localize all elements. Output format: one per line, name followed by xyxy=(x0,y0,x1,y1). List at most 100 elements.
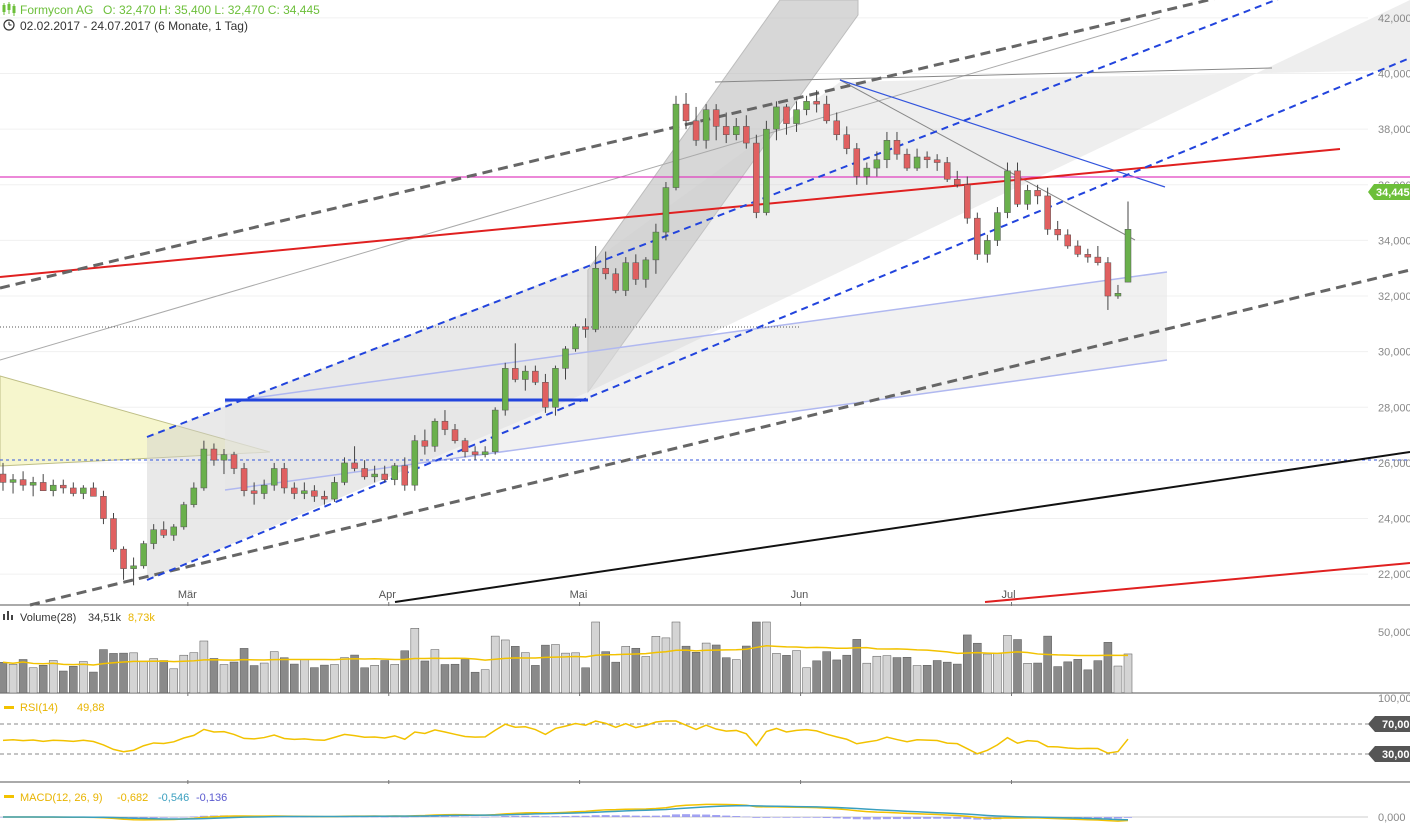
rsi-tick-label: 70,000 xyxy=(1382,719,1410,731)
volume-bar xyxy=(892,657,902,694)
volume-bar xyxy=(239,648,249,694)
volume-bar xyxy=(832,659,841,694)
candle-body xyxy=(311,490,318,497)
macd-histogram-bar xyxy=(661,815,670,817)
volume-bar xyxy=(732,659,741,694)
y-tick-label: 22,000 xyxy=(1378,569,1410,581)
candle-body xyxy=(592,267,599,330)
macd-histogram-bar xyxy=(651,815,660,817)
volume-bar xyxy=(671,621,681,694)
macd-histogram-bar xyxy=(862,817,871,820)
candle-body xyxy=(733,126,740,135)
volume-bar xyxy=(38,665,48,694)
candle-body xyxy=(622,262,630,291)
macd-histogram-bar xyxy=(1103,817,1112,819)
macd-histogram-bar xyxy=(772,817,781,818)
candle-body xyxy=(602,267,609,275)
macd-histogram-bar xyxy=(822,817,831,819)
volume-bar xyxy=(48,660,58,694)
candle-body xyxy=(833,120,840,135)
volume-bar xyxy=(772,653,781,694)
candle-body xyxy=(883,140,891,161)
volume-bar xyxy=(651,636,661,694)
macd-histogram-bar xyxy=(551,816,560,817)
y-tick-label: 38,000 xyxy=(1378,124,1410,136)
candle-body xyxy=(451,429,459,441)
macd-label: MACD(12, 26, 9) xyxy=(20,792,103,804)
volume-bar xyxy=(1123,653,1133,694)
macd-histogram-bar xyxy=(189,816,198,817)
x-tick-label: Mai xyxy=(570,589,588,601)
volume-bar xyxy=(269,651,279,694)
x-tick-label: Apr xyxy=(379,589,396,601)
volume-bar xyxy=(1013,639,1022,694)
candle-body xyxy=(391,465,398,480)
candle-body xyxy=(431,420,439,447)
volume-bar xyxy=(641,656,651,694)
candle-body xyxy=(853,148,861,177)
candle-body xyxy=(1064,234,1071,247)
candle-body xyxy=(512,368,519,380)
candle-body xyxy=(642,259,650,280)
candle-body xyxy=(461,440,469,453)
macd-histogram-value: -0,136 xyxy=(196,792,227,804)
volume-value: 34,51k xyxy=(88,612,122,624)
volume-bar xyxy=(902,657,912,694)
volume-bar xyxy=(410,628,420,694)
volume-bar xyxy=(561,652,570,694)
chart-root: 22,000 24,000 26,000 28,000 30,000 32,000 34,0… xyxy=(0,0,1410,830)
candle-body xyxy=(1074,245,1082,255)
y-tick-label: 24,000 xyxy=(1378,514,1410,526)
volume-bar xyxy=(872,655,882,694)
volume-bar xyxy=(370,665,379,694)
rsi-value: 49,88 xyxy=(77,702,105,714)
y-tick-label: 28,000 xyxy=(1378,402,1410,414)
rsi-tick-label: 30,000 xyxy=(1382,749,1410,761)
volume-bar xyxy=(28,667,38,694)
volume-bar xyxy=(8,663,18,694)
candle-body xyxy=(1124,229,1132,283)
macd-histogram-bar xyxy=(591,815,600,817)
macd-tick-label: 0,000 xyxy=(1378,812,1406,824)
date-range: 02.02.2017 - 24.07.2017 (6 Monate, 1 Tag… xyxy=(20,19,248,33)
macd-histogram-bar xyxy=(692,814,701,817)
volume-bar xyxy=(430,649,440,694)
candle-body xyxy=(220,454,228,461)
volume-bar xyxy=(1083,669,1093,694)
candle-body xyxy=(120,548,127,569)
candle-body xyxy=(964,184,971,219)
volume-bar xyxy=(229,661,239,694)
candle-body xyxy=(150,529,157,544)
volume-bar xyxy=(952,663,962,694)
candle-body xyxy=(753,142,760,213)
candle-body xyxy=(481,451,489,455)
bar-chart-icon xyxy=(3,611,13,620)
volume-bar xyxy=(320,664,329,694)
instrument-name: Formycon AG xyxy=(20,3,93,17)
current-price-tag: 34,445 xyxy=(1368,184,1410,200)
candle-body xyxy=(793,109,800,124)
candle-body xyxy=(522,370,529,380)
volume-bar xyxy=(1023,663,1032,694)
candle-body xyxy=(743,126,750,144)
candle-body xyxy=(1014,170,1021,205)
macd-histogram-bar xyxy=(792,817,801,818)
macd-histogram-bar xyxy=(812,817,821,818)
candle-body xyxy=(240,468,248,491)
macd-histogram-bar xyxy=(149,817,158,818)
candle-body xyxy=(974,217,981,255)
macd-histogram-bar xyxy=(601,815,610,817)
volume-bar xyxy=(782,655,791,694)
candle-body xyxy=(19,479,27,486)
macd-histogram-bar xyxy=(732,816,741,817)
candle-body xyxy=(331,482,338,500)
volume-bar xyxy=(932,660,942,694)
volume-bar xyxy=(59,670,68,694)
volume-panel-label: Volume(28) 34,51k 8,73k xyxy=(3,611,155,624)
volume-bar xyxy=(681,645,691,694)
macd-histogram-bar xyxy=(882,817,891,820)
volume-bar xyxy=(812,660,821,694)
macd-histogram-bar xyxy=(169,817,178,818)
macd-signal-value: -0,546 xyxy=(158,792,189,804)
volume-bar xyxy=(822,651,831,694)
